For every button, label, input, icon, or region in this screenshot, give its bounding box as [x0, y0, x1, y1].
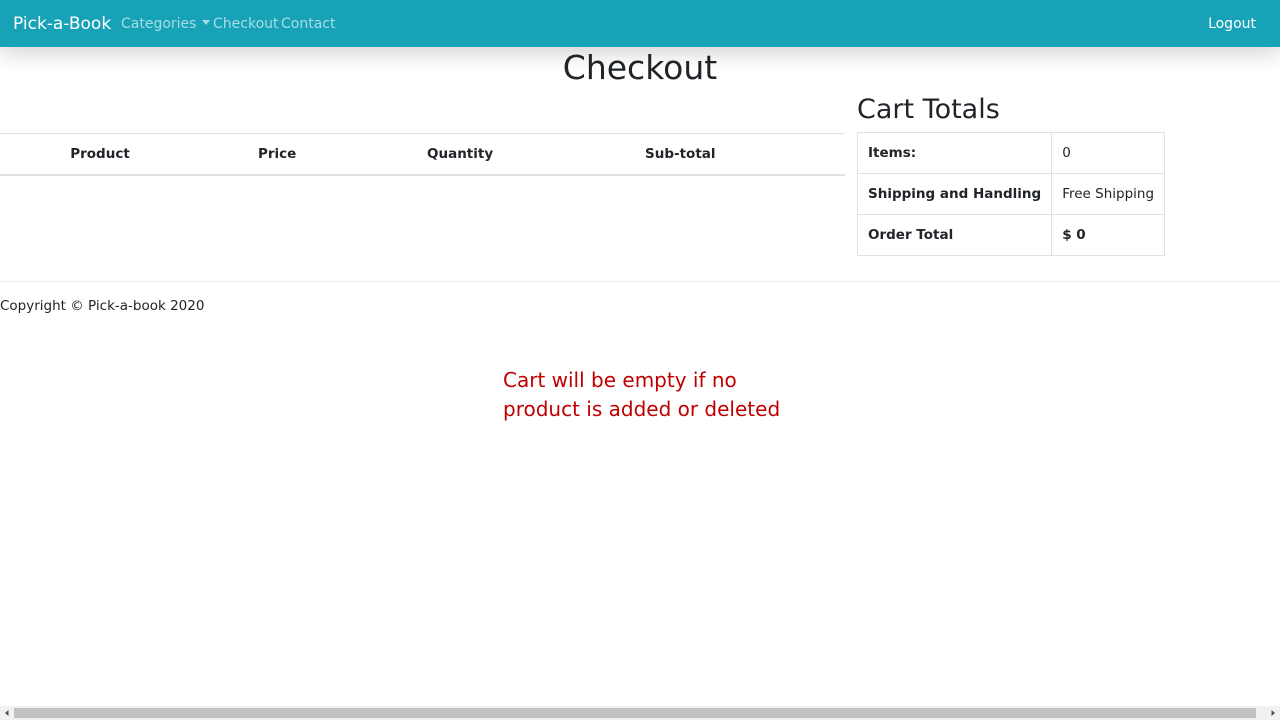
arrow-right-icon[interactable] — [1266, 706, 1280, 720]
nav-categories-label: Categories — [121, 16, 197, 32]
cart-totals-title: Cart Totals — [857, 94, 1000, 125]
cart-products-table: Product Price Quantity Sub-total — [0, 133, 845, 176]
empty-cart-annotation: Cart will be empty if no product is adde… — [503, 368, 781, 421]
page-title: Checkout — [562, 48, 718, 87]
scrollbar-thumb[interactable] — [14, 708, 1256, 718]
order-total-label: Order Total — [856, 214, 1053, 256]
nav-categories-dropdown[interactable]: Categories — [121, 15, 211, 33]
shipping-value: Free Shipping — [1051, 173, 1166, 215]
products-header-row: Product Price Quantity Sub-total — [0, 133, 845, 176]
column-header-price: Price — [200, 133, 427, 176]
column-header-quantity: Quantity — [427, 133, 645, 176]
logout-link[interactable]: Logout — [1208, 15, 1256, 33]
totals-row-items: Items: 0 — [856, 132, 1166, 174]
arrow-left-icon[interactable] — [0, 706, 14, 720]
column-header-product: Product — [0, 133, 200, 176]
products-table-header: Product Price Quantity Sub-total — [0, 133, 845, 176]
navbar: Pick-a-Book Categories Checkout Contact … — [0, 0, 1280, 47]
order-total-value: $ 0 — [1051, 214, 1166, 256]
nav-contact-link[interactable]: Contact — [281, 15, 335, 33]
copyright-text: Copyright © Pick-a-book 2020 — [0, 298, 205, 314]
totals-row-shipping: Shipping and Handling Free Shipping — [856, 173, 1166, 215]
nav-checkout-link[interactable]: Checkout — [213, 15, 279, 33]
shipping-label: Shipping and Handling — [856, 173, 1053, 215]
caret-down-icon — [202, 20, 211, 25]
items-label: Items: — [856, 132, 1053, 174]
footer-divider — [0, 281, 1280, 282]
column-header-subtotal: Sub-total — [645, 133, 845, 176]
items-value: 0 — [1051, 132, 1166, 174]
brand-link[interactable]: Pick-a-Book — [13, 13, 111, 35]
cart-totals-table: Items: 0 Shipping and Handling Free Ship… — [856, 132, 1166, 256]
totals-row-order-total: Order Total $ 0 — [856, 214, 1166, 256]
horizontal-scrollbar[interactable] — [0, 706, 1280, 720]
